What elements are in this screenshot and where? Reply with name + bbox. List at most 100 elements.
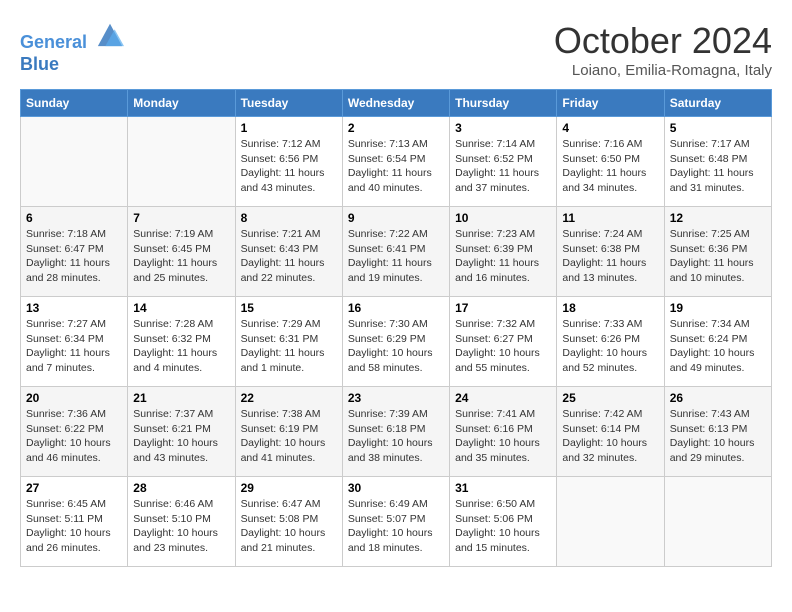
- day-info: Sunrise: 7:18 AM Sunset: 6:47 PM Dayligh…: [26, 227, 122, 286]
- day-number: 23: [348, 391, 444, 405]
- day-number: 4: [562, 121, 658, 135]
- day-number: 27: [26, 481, 122, 495]
- calendar-week-4: 20 Sunrise: 7:36 AM Sunset: 6:22 PM Dayli…: [21, 387, 772, 477]
- calendar-cell: [128, 117, 235, 207]
- calendar-cell: 2Sunrise: 7:13 AM Sunset: 6:54 PM Daylig…: [342, 117, 449, 207]
- day-info: Sunrise: 7:25 AM Sunset: 6:36 PM Dayligh…: [670, 227, 766, 286]
- calendar-cell: 15Sunrise: 7:29 AM Sunset: 6:31 PM Dayli…: [235, 297, 342, 387]
- day-info: Sunrise: 7:27 AM Sunset: 6:34 PM Dayligh…: [26, 317, 122, 376]
- day-number: 28: [133, 481, 229, 495]
- calendar-cell: 11 Sunrise: 7:24 AM Sunset: 6:38 PM Dayli…: [557, 207, 664, 297]
- calendar-cell: 5Sunrise: 7:17 AM Sunset: 6:48 PM Daylig…: [664, 117, 771, 207]
- day-number: 21: [133, 391, 229, 405]
- logo-icon: [96, 20, 124, 48]
- title-block: October 2024 Loiano, Emilia-Romagna, Ita…: [554, 20, 772, 79]
- logo-general: General: [20, 32, 87, 52]
- day-info: Sunrise: 7:21 AM Sunset: 6:43 PM Dayligh…: [241, 227, 337, 286]
- day-info: Sunrise: 7:42 AM Sunset: 6:14 PM Dayligh…: [562, 407, 658, 466]
- day-info: Sunrise: 7:30 AM Sunset: 6:29 PM Dayligh…: [348, 317, 444, 376]
- page-header: General Blue October 2024 Loiano, Emilia…: [20, 20, 772, 79]
- day-info: Sunrise: 7:34 AM Sunset: 6:24 PM Dayligh…: [670, 317, 766, 376]
- day-info: Sunrise: 7:17 AM Sunset: 6:48 PM Dayligh…: [670, 137, 766, 196]
- day-number: 26: [670, 391, 766, 405]
- weekday-header-thursday: Thursday: [450, 90, 557, 117]
- calendar-cell: 17Sunrise: 7:32 AM Sunset: 6:27 PM Dayli…: [450, 297, 557, 387]
- calendar-cell: 4 Sunrise: 7:16 AM Sunset: 6:50 PM Daylig…: [557, 117, 664, 207]
- calendar-week-3: 13 Sunrise: 7:27 AM Sunset: 6:34 PM Dayli…: [21, 297, 772, 387]
- day-info: Sunrise: 7:12 AM Sunset: 6:56 PM Dayligh…: [241, 137, 337, 196]
- day-info: Sunrise: 7:43 AM Sunset: 6:13 PM Dayligh…: [670, 407, 766, 466]
- location-subtitle: Loiano, Emilia-Romagna, Italy: [554, 62, 772, 79]
- day-number: 1: [241, 121, 337, 135]
- calendar-cell: 14 Sunrise: 7:28 AM Sunset: 6:32 PM Dayli…: [128, 297, 235, 387]
- day-info: Sunrise: 7:39 AM Sunset: 6:18 PM Dayligh…: [348, 407, 444, 466]
- calendar-cell: 28 Sunrise: 6:46 AM Sunset: 5:10 PM Dayli…: [128, 477, 235, 567]
- day-number: 14: [133, 301, 229, 315]
- calendar-cell: 16 Sunrise: 7:30 AM Sunset: 6:29 PM Dayli…: [342, 297, 449, 387]
- calendar-body: 1 Sunrise: 7:12 AM Sunset: 6:56 PM Daylig…: [21, 117, 772, 567]
- calendar-cell: 10 Sunrise: 7:23 AM Sunset: 6:39 PM Dayli…: [450, 207, 557, 297]
- calendar-cell: 27Sunrise: 6:45 AM Sunset: 5:11 PM Dayli…: [21, 477, 128, 567]
- day-info: Sunrise: 6:46 AM Sunset: 5:10 PM Dayligh…: [133, 497, 229, 556]
- calendar-cell: 31 Sunrise: 6:50 AM Sunset: 5:06 PM Dayli…: [450, 477, 557, 567]
- day-number: 9: [348, 211, 444, 225]
- calendar-cell: 18Sunrise: 7:33 AM Sunset: 6:26 PM Dayli…: [557, 297, 664, 387]
- calendar-cell: 3 Sunrise: 7:14 AM Sunset: 6:52 PM Daylig…: [450, 117, 557, 207]
- day-info: Sunrise: 7:19 AM Sunset: 6:45 PM Dayligh…: [133, 227, 229, 286]
- day-number: 13: [26, 301, 122, 315]
- calendar-cell: 1 Sunrise: 7:12 AM Sunset: 6:56 PM Daylig…: [235, 117, 342, 207]
- weekday-header-sunday: Sunday: [21, 90, 128, 117]
- calendar-cell: 9Sunrise: 7:22 AM Sunset: 6:41 PM Daylig…: [342, 207, 449, 297]
- day-number: 15: [241, 301, 337, 315]
- logo-text: General: [20, 20, 124, 54]
- month-title: October 2024: [554, 20, 772, 62]
- day-info: Sunrise: 6:50 AM Sunset: 5:06 PM Dayligh…: [455, 497, 551, 556]
- day-number: 12: [670, 211, 766, 225]
- calendar-cell: 20 Sunrise: 7:36 AM Sunset: 6:22 PM Dayli…: [21, 387, 128, 477]
- day-number: 20: [26, 391, 122, 405]
- day-number: 29: [241, 481, 337, 495]
- day-number: 24: [455, 391, 551, 405]
- day-number: 16: [348, 301, 444, 315]
- day-number: 19: [670, 301, 766, 315]
- calendar-week-1: 1 Sunrise: 7:12 AM Sunset: 6:56 PM Daylig…: [21, 117, 772, 207]
- weekday-header-tuesday: Tuesday: [235, 90, 342, 117]
- day-info: Sunrise: 7:16 AM Sunset: 6:50 PM Dayligh…: [562, 137, 658, 196]
- day-info: Sunrise: 7:14 AM Sunset: 6:52 PM Dayligh…: [455, 137, 551, 196]
- calendar-cell: 30Sunrise: 6:49 AM Sunset: 5:07 PM Dayli…: [342, 477, 449, 567]
- day-number: 11: [562, 211, 658, 225]
- day-info: Sunrise: 7:28 AM Sunset: 6:32 PM Dayligh…: [133, 317, 229, 376]
- calendar-cell: 26 Sunrise: 7:43 AM Sunset: 6:13 PM Dayli…: [664, 387, 771, 477]
- calendar-week-2: 6 Sunrise: 7:18 AM Sunset: 6:47 PM Daylig…: [21, 207, 772, 297]
- calendar-cell: 25Sunrise: 7:42 AM Sunset: 6:14 PM Dayli…: [557, 387, 664, 477]
- day-number: 31: [455, 481, 551, 495]
- day-info: Sunrise: 7:38 AM Sunset: 6:19 PM Dayligh…: [241, 407, 337, 466]
- calendar-cell: 23 Sunrise: 7:39 AM Sunset: 6:18 PM Dayli…: [342, 387, 449, 477]
- day-info: Sunrise: 7:33 AM Sunset: 6:26 PM Dayligh…: [562, 317, 658, 376]
- logo-blue: Blue: [20, 54, 124, 76]
- calendar-cell: 19 Sunrise: 7:34 AM Sunset: 6:24 PM Dayli…: [664, 297, 771, 387]
- calendar-cell: 24Sunrise: 7:41 AM Sunset: 6:16 PM Dayli…: [450, 387, 557, 477]
- weekday-header-monday: Monday: [128, 90, 235, 117]
- day-info: Sunrise: 7:24 AM Sunset: 6:38 PM Dayligh…: [562, 227, 658, 286]
- day-number: 8: [241, 211, 337, 225]
- calendar-cell: 6 Sunrise: 7:18 AM Sunset: 6:47 PM Daylig…: [21, 207, 128, 297]
- day-info: Sunrise: 7:36 AM Sunset: 6:22 PM Dayligh…: [26, 407, 122, 466]
- calendar-cell: 21Sunrise: 7:37 AM Sunset: 6:21 PM Dayli…: [128, 387, 235, 477]
- day-number: 3: [455, 121, 551, 135]
- day-info: Sunrise: 7:23 AM Sunset: 6:39 PM Dayligh…: [455, 227, 551, 286]
- logo: General Blue: [20, 20, 124, 75]
- day-number: 22: [241, 391, 337, 405]
- day-number: 6: [26, 211, 122, 225]
- day-info: Sunrise: 7:32 AM Sunset: 6:27 PM Dayligh…: [455, 317, 551, 376]
- day-number: 2: [348, 121, 444, 135]
- calendar-cell: 7 Sunrise: 7:19 AM Sunset: 6:45 PM Daylig…: [128, 207, 235, 297]
- calendar-cell: 22 Sunrise: 7:38 AM Sunset: 6:19 PM Dayli…: [235, 387, 342, 477]
- day-info: Sunrise: 6:49 AM Sunset: 5:07 PM Dayligh…: [348, 497, 444, 556]
- calendar-cell: 8 Sunrise: 7:21 AM Sunset: 6:43 PM Daylig…: [235, 207, 342, 297]
- weekday-header-wednesday: Wednesday: [342, 90, 449, 117]
- weekday-header-friday: Friday: [557, 90, 664, 117]
- day-number: 10: [455, 211, 551, 225]
- calendar-cell: 29Sunrise: 6:47 AM Sunset: 5:08 PM Dayli…: [235, 477, 342, 567]
- day-number: 7: [133, 211, 229, 225]
